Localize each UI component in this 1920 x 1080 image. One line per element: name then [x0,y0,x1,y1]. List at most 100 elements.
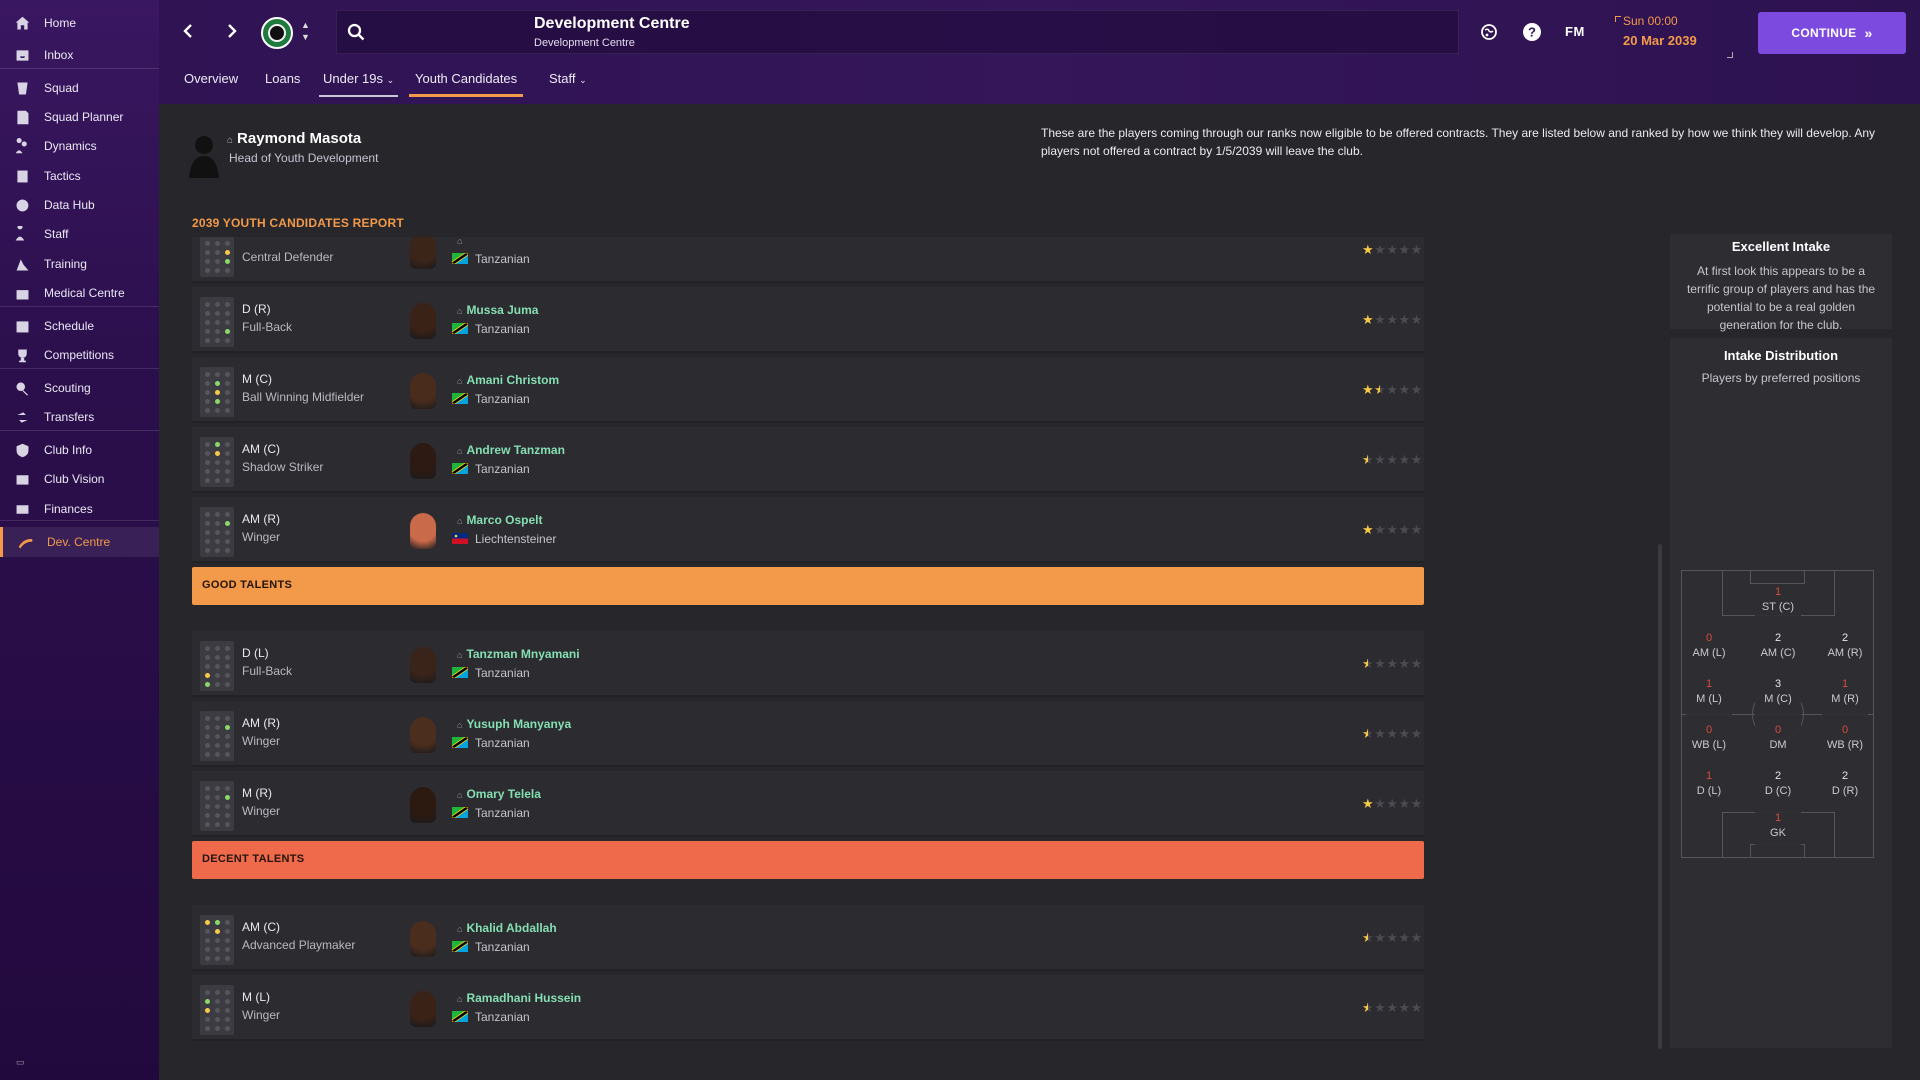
sidebar-item-scouting[interactable]: Scouting [0,373,159,403]
sidebar-item-inbox[interactable]: Inbox [0,40,159,70]
candidate-row[interactable]: AM (R) Winger ⌂ Marco Ospelt Liechtensteiner… [192,497,1424,563]
star-icon: ★ [1410,1000,1423,1015]
continue-button[interactable]: CONTINUE » [1758,12,1906,54]
candidate-row[interactable]: M (R)Winger⌂Omary TelelaTanzanian★★★★★★★… [192,771,1424,837]
player-face-avatar[interactable] [410,443,436,479]
current-ability-stars: ★★★★★ [1362,452,1423,468]
search-icon [347,23,367,43]
pitch-position-st-c[interactable]: 1 ST (C) [1755,585,1801,625]
candidate-row[interactable]: AM (C) Advanced Playmaker ⌂ Khalid Abdallah… [192,905,1424,971]
tab-youth-candidates[interactable]: Youth Candidates [409,71,524,97]
sidebar-item-club-vision[interactable]: Club Vision [0,464,159,494]
player-face-avatar[interactable] [410,787,436,823]
player-contact-icon: ⌂ [457,237,463,246]
player-position: M (L) [242,990,270,1004]
fm-menu-button[interactable]: FM [1565,24,1585,39]
help-icon[interactable]: ? [1520,20,1544,44]
star-icon: ★ [1410,452,1423,467]
player-name[interactable]: ⌂ Ramadhani Hussein [457,991,581,1005]
sidebar-item-squad-planner[interactable]: Squad Planner [0,102,159,132]
data-hub-icon [12,195,32,215]
pitch-position-gk[interactable]: 1 GK [1755,811,1801,851]
pitch-position-d-r[interactable]: 2 D (R) [1822,769,1868,809]
sidebar-item-squad[interactable]: Squad [0,73,159,103]
candidate-row[interactable]: AM (C) Shadow Striker ⌂ Andrew Tanzman Tanza… [192,427,1424,493]
position-count: 1 [1774,586,1782,598]
sidebar-item-dev-centre[interactable]: Dev. Centre [0,527,159,557]
club-switch-arrows-icon[interactable]: ▲ ▼ [301,19,310,43]
date-day: 20 Mar 2039 [1623,33,1697,48]
staff-name[interactable]: ⌂ Raymond Masota [227,130,361,147]
sidebar-item-label: Schedule [44,319,95,333]
player-face-avatar[interactable] [410,513,436,549]
player-nationality: Tanzanian [475,1010,530,1024]
tab-overview[interactable]: Overview [184,71,238,97]
pitch-position-am-r[interactable]: 2 AM (R) [1822,631,1868,671]
pitch-position-d-c[interactable]: 2 D (C) [1755,769,1801,809]
sidebar-item-training[interactable]: Training [0,249,159,279]
pitch-position-m-c[interactable]: 3 M (C) [1755,677,1801,717]
player-face-avatar[interactable] [410,373,436,409]
sidebar-item-staff[interactable]: Staff [0,219,159,249]
pitch-position-wb-l[interactable]: 0 WB (L) [1686,723,1732,763]
back-button[interactable] [177,20,199,42]
player-name-text: Yusuph Manyanya [466,717,572,731]
tab-under-19s[interactable]: Under 19s ⌄ [319,71,399,97]
sidebar-footer-icon[interactable]: ▭ [16,1057,25,1068]
sidebar-item-schedule[interactable]: Schedule [0,311,159,341]
pitch-position-m-l[interactable]: 1 M (L) [1686,677,1732,717]
player-name[interactable]: ⌂ Khalid Abdallah [457,921,557,935]
tab-staff[interactable]: Staff ⌄ [549,71,587,97]
sidebar-item-club-info[interactable]: Club Info [0,435,159,465]
candidate-row[interactable]: M (C) Ball Winning Midfielder ⌂ Amani Chris… [192,357,1424,423]
sidebar-item-competitions[interactable]: Competitions [0,340,159,370]
player-name[interactable]: ⌂ Amani Christom [457,373,559,387]
player-contact-icon: ⌂ [457,994,463,1004]
candidate-list[interactable]: Central Defender⌂Tanzanian★★★★★★★★★★Offe… [192,237,1424,1047]
player-name[interactable]: ⌂ [457,237,466,247]
player-face-avatar[interactable] [410,237,436,269]
player-face-avatar[interactable] [410,647,436,683]
player-name-text: Marco Ospelt [466,513,543,527]
candidate-row[interactable]: D (R)Full-Back⌂Mussa JumaTanzanian★★★★★★… [192,287,1424,353]
player-name[interactable]: ⌂ Marco Ospelt [457,513,542,527]
forward-button[interactable] [221,20,243,42]
candidate-row[interactable]: Central Defender⌂Tanzanian★★★★★★★★★★Offe… [192,237,1424,283]
star-icon: ★ [1374,796,1387,811]
player-face-avatar[interactable] [410,717,436,753]
pitch-position-wb-r[interactable]: 0 WB (R) [1822,723,1868,763]
world-globe-icon[interactable] [1477,20,1501,44]
player-name[interactable]: ⌂ Andrew Tanzman [457,443,565,457]
tab-loans[interactable]: Loans [265,71,300,97]
pitch-position-am-c[interactable]: 2 AM (C) [1755,631,1801,671]
player-name[interactable]: ⌂ Mussa Juma [457,303,538,317]
candidate-row[interactable]: AM (R) Winger ⌂ Yusuph Manyanya Tanzanian ★★★… [192,701,1424,767]
player-name[interactable]: ⌂ Tanzman Mnyamani [457,647,580,661]
candidate-row[interactable]: D (L) Full-Back ⌂ Tanzman Mnyamani Tanzanian… [192,631,1424,697]
sidebar-item-medical-centre[interactable]: Medical Centre [0,278,159,308]
scrollbar[interactable] [1658,544,1662,1049]
pitch-position-am-l[interactable]: 0 AM (L) [1686,631,1732,671]
player-face-avatar[interactable] [410,303,436,339]
pitch-position-dm[interactable]: 0 DM [1755,723,1801,763]
date-display[interactable]: Sun 00:00 20 Mar 2039 [1615,14,1733,58]
player-face-avatar[interactable] [410,921,436,957]
club-badge[interactable] [261,17,293,49]
sidebar-item-data-hub[interactable]: Data Hub [0,190,159,220]
player-face-avatar[interactable] [410,991,436,1027]
date-corner-icon [1727,52,1733,58]
star-icon: ★ [1398,656,1411,671]
player-name[interactable]: ⌂ Omary Telela [457,787,541,801]
pitch-position-d-l[interactable]: 1 D (L) [1686,769,1732,809]
star-icon: ★ [1398,796,1411,811]
player-name[interactable]: ⌂ Yusuph Manyanya [457,717,571,731]
sidebar-item-transfers[interactable]: Transfers [0,402,159,432]
star-icon: ★ [1398,726,1411,741]
candidate-row[interactable]: M (L) Winger ⌂ Ramadhani Hussein Tanzanian ★★… [192,975,1424,1041]
sidebar-item-tactics[interactable]: Tactics [0,161,159,191]
sidebar-item-home[interactable]: Home [0,8,159,38]
pitch-position-m-r[interactable]: 1 M (R) [1822,677,1868,717]
search-bar[interactable] [336,10,1459,54]
svg-text:?: ? [1528,25,1536,40]
sidebar-item-dynamics[interactable]: Dynamics [0,131,159,161]
